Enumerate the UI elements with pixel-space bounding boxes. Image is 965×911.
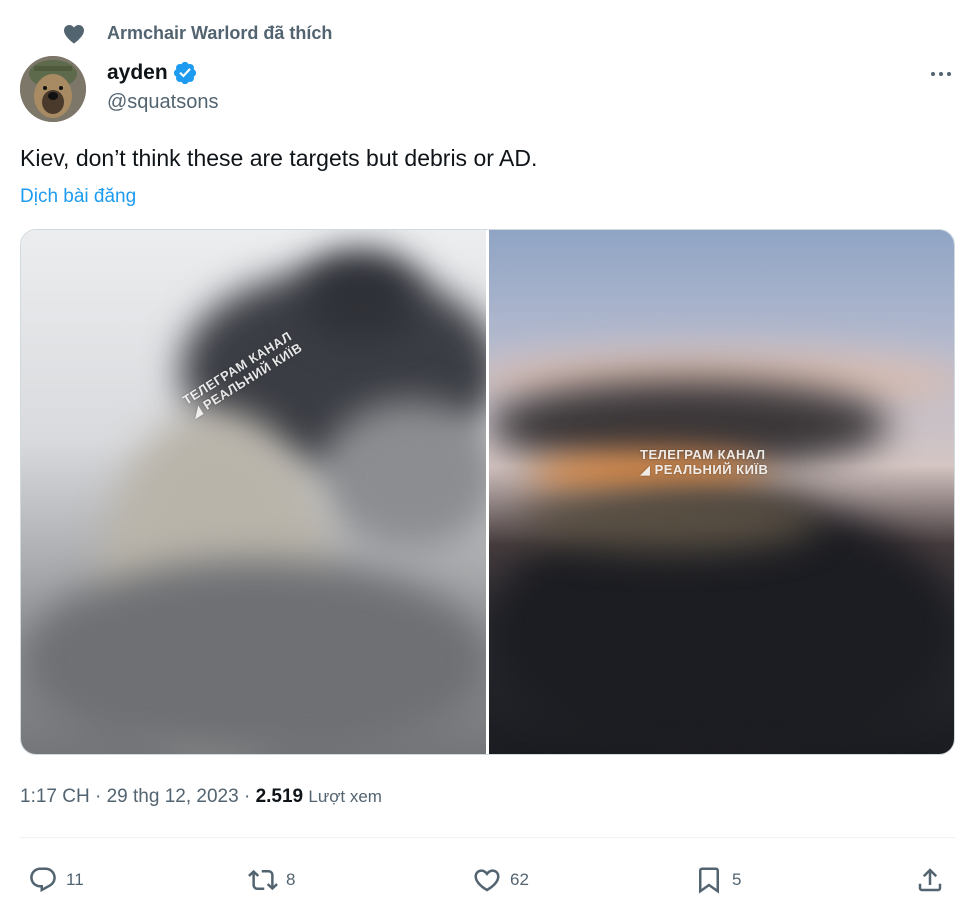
bookmark-button[interactable]: 5 [694, 862, 741, 898]
tweet-date[interactable]: 29 thg 12, 2023 [107, 786, 239, 807]
photo-2[interactable] [489, 230, 954, 754]
avatar[interactable] [20, 56, 86, 122]
reply-count: 11 [66, 870, 84, 889]
heart-icon [64, 25, 84, 44]
smoke-cloud [301, 250, 421, 340]
media-grid [20, 229, 955, 755]
like-button[interactable]: 62 [472, 862, 529, 898]
blurred-road [519, 490, 819, 550]
smoke-haze [321, 400, 486, 550]
tweet-text: Kiev, don’t think these are targets but … [20, 145, 538, 171]
watermark-line: ТЕЛЕГРАМ КАНАЛ [640, 447, 766, 462]
like-heart-icon [474, 869, 500, 892]
reply-icon [30, 867, 56, 893]
author-handle[interactable]: @squatsons [107, 91, 218, 114]
repost-count: 8 [286, 870, 296, 889]
bookmark-icon [699, 867, 719, 894]
divider [20, 837, 955, 838]
blurred-foreground [21, 560, 486, 754]
translate-post-link[interactable]: Dịch bài đăng [20, 186, 136, 208]
tweet-meta: 1:17 CH · 29 thg 12, 2023 · 2.519 Lượt x… [20, 786, 382, 808]
watermark-2: ТЕЛЕГРАМ КАНАЛ ◢ РЕАЛЬНИЙ КИЇВ [640, 447, 768, 477]
meta-separator: · [243, 786, 251, 807]
author-name[interactable]: ayden [107, 60, 198, 86]
avatar-image [20, 56, 86, 122]
views-label: Lượt xem [308, 787, 382, 806]
share-icon [918, 868, 942, 892]
more-options-button[interactable] [925, 62, 957, 86]
share-button[interactable] [915, 862, 945, 898]
author-name-text: ayden [107, 61, 168, 84]
social-context-text: Armchair Warlord đã thích [107, 23, 333, 43]
action-bar: 11 8 62 5 [0, 862, 965, 898]
repost-icon [248, 869, 278, 891]
meta-separator: · [94, 786, 102, 807]
verified-badge-icon [173, 61, 196, 85]
views-count[interactable]: 2.519 [256, 786, 304, 807]
repost-button[interactable]: 8 [248, 862, 295, 898]
tweet-time[interactable]: 1:17 CH [20, 786, 90, 807]
photo-1[interactable] [21, 230, 486, 754]
like-count: 62 [510, 870, 529, 889]
more-dots-icon [931, 72, 951, 76]
bookmark-count: 5 [732, 870, 742, 889]
reply-button[interactable]: 11 [28, 862, 84, 898]
watermark-line: ◢ РЕАЛЬНИЙ КИЇВ [640, 462, 769, 477]
